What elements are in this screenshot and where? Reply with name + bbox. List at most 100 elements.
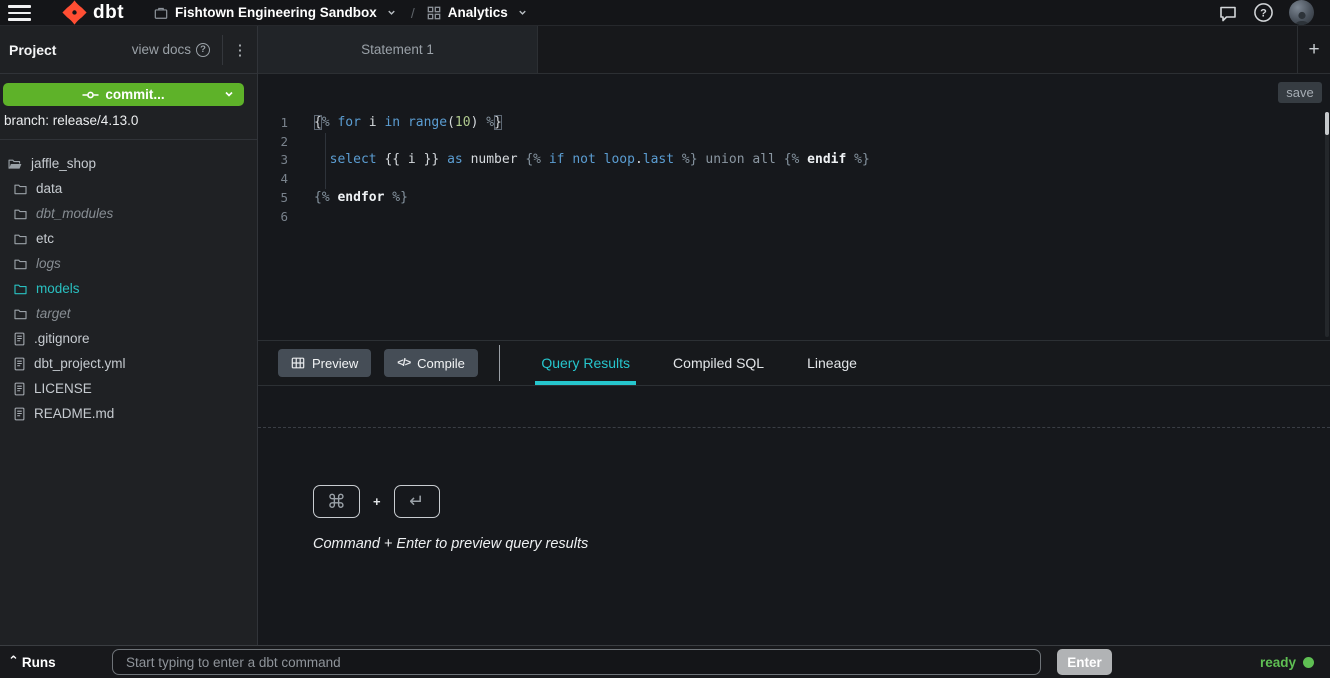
- dbt-logo[interactable]: dbt: [62, 0, 124, 25]
- new-tab-button[interactable]: +: [1297, 26, 1330, 73]
- main-area: Statement 1 + save 1{% for i in range(10…: [258, 26, 1330, 645]
- runs-label: Runs: [22, 655, 56, 670]
- tree-item-dbt-project-yml[interactable]: dbt_project.yml: [0, 351, 257, 376]
- editor-scrollbar: [1325, 112, 1329, 337]
- folder-icon: [13, 232, 28, 246]
- indent-guide: [325, 133, 326, 189]
- preview-button-label: Preview: [312, 356, 358, 371]
- view-docs-label: view docs: [132, 42, 191, 57]
- svg-text:?: ?: [1260, 8, 1267, 20]
- results-tab-query-results[interactable]: Query Results: [538, 341, 633, 385]
- code-text: select {{ i }} as number {% if not loop.…: [296, 151, 870, 170]
- results-panel: Preview </> Compile Query Results Compile…: [258, 340, 1330, 645]
- line-number: 1: [258, 114, 296, 133]
- branch-label: branch: release/4.13.0: [2, 113, 255, 128]
- tree-item-data[interactable]: data: [0, 176, 257, 201]
- results-tab-lineage[interactable]: Lineage: [804, 341, 860, 385]
- project-switcher[interactable]: Analytics: [427, 5, 528, 20]
- command-run-bar: ⌃ Runs Enter ready: [0, 645, 1330, 678]
- code-line-4: 4: [258, 170, 1330, 189]
- user-avatar[interactable]: [1289, 0, 1314, 25]
- account-switcher[interactable]: Fishtown Engineering Sandbox: [154, 5, 397, 20]
- editor-scrollbar-thumb[interactable]: [1325, 112, 1329, 135]
- folder-icon: [13, 182, 28, 196]
- file-icon: [13, 357, 26, 371]
- tree-item-etc[interactable]: etc: [0, 226, 257, 251]
- tree-item-dbt-modules[interactable]: dbt_modules: [0, 201, 257, 226]
- chevron-up-icon: ⌃: [8, 654, 19, 669]
- tree-item-jaffle-shop[interactable]: jaffle_shop: [0, 151, 257, 176]
- tree-item-label: dbt_project.yml: [34, 356, 126, 371]
- grid-icon: [427, 6, 441, 20]
- commit-button[interactable]: commit...: [3, 83, 244, 106]
- tree-item-readme-md[interactable]: README.md: [0, 401, 257, 426]
- line-number: 4: [258, 170, 296, 189]
- code-icon: </>: [397, 357, 410, 369]
- tree-item-label: etc: [36, 231, 54, 246]
- dbt-ide-window: dbt Fishtown Engineering Sandbox / Analy…: [0, 0, 1330, 678]
- tree-item-target[interactable]: target: [0, 301, 257, 326]
- compile-button[interactable]: </> Compile: [384, 349, 478, 377]
- top-nav: dbt Fishtown Engineering Sandbox / Analy…: [0, 0, 1330, 26]
- help-circle-icon: ?: [196, 43, 210, 57]
- tab-statement-1[interactable]: Statement 1: [258, 26, 538, 73]
- folder-icon: [13, 307, 28, 321]
- file-tree: jaffle_shopdata dbt_modulesetc logs models t…: [0, 140, 257, 645]
- code-text: [296, 208, 322, 227]
- file-explorer-sidebar: Project view docs ? ⋮ commit...: [0, 26, 258, 645]
- tree-item-label: jaffle_shop: [31, 156, 96, 171]
- chat-icon[interactable]: [1218, 3, 1238, 23]
- line-number: 3: [258, 151, 296, 170]
- status-indicator: ready: [1260, 655, 1314, 670]
- hamburger-menu-icon[interactable]: [8, 5, 31, 21]
- enter-button[interactable]: Enter: [1057, 649, 1112, 675]
- code-editor-panel: save 1{% for i in range(10) %}2 3 select…: [258, 74, 1330, 340]
- help-icon[interactable]: ?: [1253, 2, 1274, 23]
- kebab-menu-icon[interactable]: ⋮: [223, 41, 257, 59]
- project-name: Analytics: [448, 5, 508, 20]
- line-number: 2: [258, 133, 296, 152]
- tree-item-label: README.md: [34, 406, 114, 421]
- file-icon: [13, 382, 26, 396]
- editor-toolbar: save: [258, 74, 1330, 110]
- command-key-icon: ⌘: [313, 485, 360, 518]
- line-number: 6: [258, 208, 296, 227]
- code-text: [296, 133, 322, 152]
- editor-tab-bar: Statement 1 +: [258, 26, 1330, 74]
- results-tabs: Query Results Compiled SQL Lineage: [538, 341, 860, 385]
- view-docs-link[interactable]: view docs ?: [132, 42, 222, 57]
- file-icon: [13, 407, 26, 421]
- tree-item--gitignore[interactable]: .gitignore: [0, 326, 257, 351]
- tree-item-label: models: [36, 281, 80, 296]
- compile-button-label: Compile: [417, 356, 465, 371]
- dbt-command-input[interactable]: [112, 649, 1041, 675]
- account-name: Fishtown Engineering Sandbox: [175, 5, 377, 20]
- dbt-logo-text: dbt: [93, 2, 124, 24]
- save-button[interactable]: save: [1278, 82, 1322, 103]
- sidebar-header: Project view docs ? ⋮: [0, 26, 257, 74]
- chevron-down-icon: [386, 7, 397, 18]
- enter-key-icon: ↵: [394, 485, 440, 518]
- code-line-1: 1{% for i in range(10) %}: [258, 114, 1330, 133]
- preview-hint: ⌘ + ↵ Command + Enter to preview query r…: [313, 485, 588, 552]
- preview-button[interactable]: Preview: [278, 349, 371, 377]
- tree-item-models[interactable]: models: [0, 276, 257, 301]
- tree-item-logs[interactable]: logs: [0, 251, 257, 276]
- results-tab-compiled-sql[interactable]: Compiled SQL: [670, 341, 767, 385]
- code-editor[interactable]: 1{% for i in range(10) %}2 3 select {{ i…: [258, 110, 1330, 340]
- folder-icon: [13, 282, 28, 296]
- tree-item-label: dbt_modules: [36, 206, 113, 221]
- code-text: [296, 170, 322, 189]
- tree-item-label: data: [36, 181, 62, 196]
- runs-toggle[interactable]: ⌃ Runs: [8, 655, 112, 670]
- git-section: commit... branch: release/4.13.0: [0, 74, 257, 140]
- file-icon: [13, 332, 26, 346]
- dbt-logo-mark-icon: [62, 0, 87, 25]
- divider: [499, 345, 501, 381]
- chevron-down-icon: [223, 88, 235, 100]
- git-commit-icon: [82, 89, 99, 101]
- code-text: {% endfor %}: [296, 189, 408, 208]
- tree-item-label: logs: [36, 256, 61, 271]
- folder-icon: [13, 257, 28, 271]
- tree-item-license[interactable]: LICENSE: [0, 376, 257, 401]
